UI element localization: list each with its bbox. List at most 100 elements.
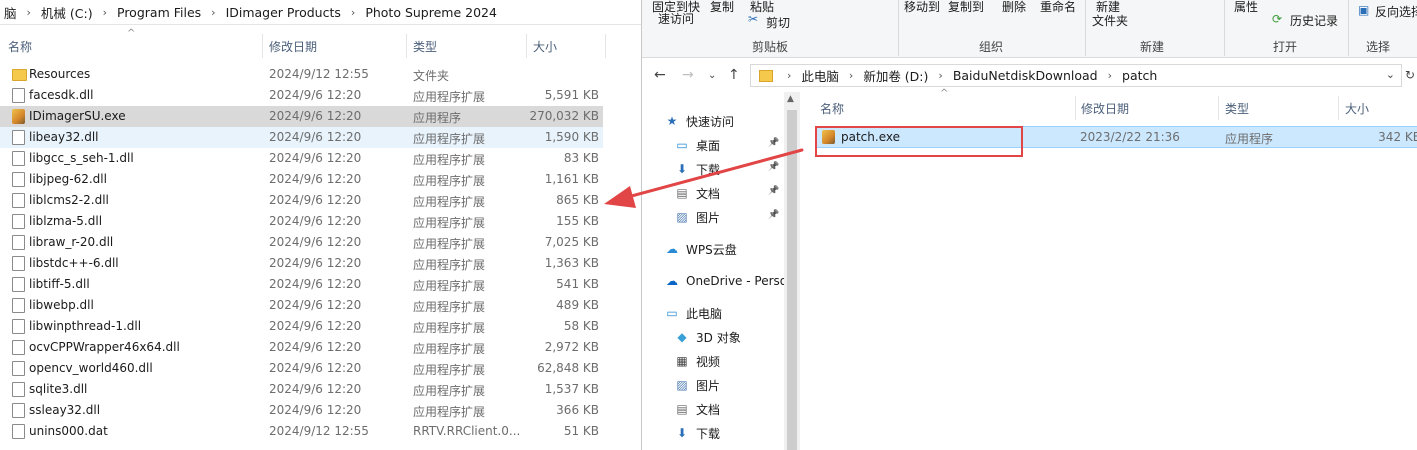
right-breadcrumb-1[interactable]: 新加卷 (D:): [859, 66, 932, 85]
column-divider[interactable]: [526, 34, 527, 58]
right-address-bar[interactable]: › 此电脑 › 新加卷 (D:) › BaiduNetdiskDownload …: [750, 64, 1402, 87]
nav-item[interactable]: ⬇ 下载: [674, 158, 720, 180]
new-folder-button[interactable]: 文件夹: [1092, 12, 1128, 29]
column-divider[interactable]: [262, 34, 263, 58]
nav-item[interactable]: ◆ 3D 对象: [674, 326, 740, 348]
file-row[interactable]: unins000.dat 2024/9/12 12:55 RRTV.RRClient…: [0, 421, 603, 442]
file-row[interactable]: libstdc++-6.dll 2024/9/6 12:20 应用程序扩展 1,363…: [0, 253, 603, 274]
file-row[interactable]: opencv_world460.dll 2024/9/6 12:20 应用程序扩展 6…: [0, 358, 603, 379]
ribbon-divider: [1085, 0, 1086, 56]
up-arrow-icon[interactable]: ↑: [728, 67, 740, 83]
file-row[interactable]: libjpeg-62.dll 2024/9/6 12:20 应用程序扩展 1,161 …: [0, 169, 603, 190]
file-name: libstdc++-6.dll: [29, 256, 119, 270]
left-address-bar[interactable]: 脑 › 机械 (C:) › Program Files › IDimager P…: [0, 0, 641, 25]
nav-item[interactable]: ☁ WPS云盘: [664, 238, 737, 260]
dll-file-icon: [12, 319, 25, 334]
column-divider[interactable]: [605, 34, 606, 58]
file-row[interactable]: Resources 2024/9/12 12:55 文件夹: [0, 64, 603, 85]
move-to-button[interactable]: 移动到: [904, 0, 940, 15]
column-header-name[interactable]: 名称: [8, 38, 32, 55]
chevron-right-icon: ›: [938, 69, 943, 82]
left-breadcrumb-1[interactable]: 机械 (C:): [37, 3, 97, 22]
nav-item[interactable]: ▭ 桌面: [674, 134, 720, 156]
column-header-size[interactable]: 大小: [1345, 100, 1369, 117]
file-type: 应用程序: [413, 111, 462, 125]
file-row[interactable]: libeay32.dll 2024/9/6 12:20 应用程序扩展 1,590 KB: [0, 127, 603, 148]
copy-to-button[interactable]: 复制到: [948, 0, 984, 15]
file-row[interactable]: libwinpthread-1.dll 2024/9/6 12:20 应用程序扩展 5…: [0, 316, 603, 337]
forward-arrow-icon[interactable]: →: [682, 67, 694, 83]
file-row[interactable]: ssleay32.dll 2024/9/6 12:20 应用程序扩展 366 KB: [0, 400, 603, 421]
left-breadcrumb-0[interactable]: 脑: [0, 3, 21, 22]
right-breadcrumb-3[interactable]: patch: [1118, 68, 1161, 83]
navigation-pane-scrollbar[interactable]: ▲: [784, 92, 800, 450]
file-row[interactable]: liblzma-5.dll 2024/9/6 12:20 应用程序扩展 155 KB: [0, 211, 603, 232]
copy-button[interactable]: 复制: [710, 0, 734, 15]
delete-button[interactable]: 删除: [1002, 0, 1026, 15]
invert-selection-button[interactable]: 反向选择: [1375, 3, 1417, 20]
file-type: 应用程序扩展: [413, 153, 486, 167]
chevron-down-icon[interactable]: ⌄: [708, 70, 716, 81]
pin-icon[interactable]: 📌: [768, 186, 779, 196]
column-header-type[interactable]: 类型: [1225, 100, 1249, 117]
file-row[interactable]: ocvCPPWrapper46x64.dll 2024/9/6 12:20 应用程序…: [0, 337, 603, 358]
address-dropdown-icon[interactable]: ⌄: [1386, 68, 1395, 81]
column-header-date[interactable]: 修改日期: [1081, 100, 1129, 117]
pin-icon[interactable]: 📌: [768, 210, 779, 220]
nav-item[interactable]: ⬇ 下载: [674, 422, 720, 444]
file-date: 2024/9/6 12:20: [269, 403, 362, 417]
nav-item[interactable]: ▤ 文档: [674, 182, 720, 204]
file-type: 应用程序扩展: [413, 405, 486, 419]
chevron-right-icon: ›: [211, 5, 216, 19]
file-date: 2024/9/6 12:20: [269, 319, 362, 333]
pictures-icon: ▨: [676, 378, 688, 392]
refresh-icon[interactable]: ↻: [1405, 68, 1415, 82]
rename-button[interactable]: 重命名: [1040, 0, 1076, 15]
column-divider[interactable]: [1338, 96, 1339, 120]
properties-button[interactable]: 属性: [1234, 0, 1258, 15]
onedrive-icon: ☁: [666, 274, 678, 288]
scroll-up-icon[interactable]: ▲: [787, 94, 794, 104]
column-divider[interactable]: [1075, 96, 1076, 120]
nav-item[interactable]: ▭ 此电脑: [664, 302, 722, 324]
pin-icon[interactable]: 📌: [768, 162, 779, 172]
column-header-type[interactable]: 类型: [413, 38, 437, 55]
right-breadcrumb-2[interactable]: BaiduNetdiskDownload: [949, 68, 1102, 83]
nav-item[interactable]: ▨ 图片: [674, 374, 720, 396]
left-breadcrumb-2[interactable]: Program Files: [113, 5, 205, 20]
right-breadcrumb-0[interactable]: 此电脑: [797, 66, 843, 85]
column-header-size[interactable]: 大小: [533, 38, 557, 55]
nav-item[interactable]: ▤ 文档: [674, 398, 720, 420]
pin-icon[interactable]: 📌: [768, 138, 779, 148]
file-row[interactable]: libwebp.dll 2024/9/6 12:20 应用程序扩展 489 KB: [0, 295, 603, 316]
column-divider[interactable]: [1218, 96, 1219, 120]
nav-item[interactable]: ☁ OneDrive - Perso: [664, 270, 787, 292]
file-row[interactable]: facesdk.dll 2024/9/6 12:20 应用程序扩展 5,591 KB: [0, 85, 603, 106]
column-divider[interactable]: [406, 34, 407, 58]
nav-item[interactable]: ▦ 视频: [674, 350, 720, 372]
column-header-date[interactable]: 修改日期: [269, 38, 317, 55]
ribbon-divider: [1348, 0, 1349, 56]
left-file-list: Resources 2024/9/12 12:55 文件夹 facesdk.dll 20…: [0, 64, 641, 442]
back-arrow-icon[interactable]: ←: [654, 67, 666, 83]
quick-access-label[interactable]: 速访问: [658, 10, 694, 27]
nav-item[interactable]: ▨ 图片: [674, 206, 720, 228]
file-row[interactable]: IDimagerSU.exe 2024/9/6 12:20 应用程序 270,032 …: [0, 106, 603, 127]
file-row[interactable]: liblcms2-2.dll 2024/9/6 12:20 应用程序扩展 865 KB: [0, 190, 603, 211]
nav-item[interactable]: ★ 快速访问: [664, 110, 734, 132]
file-row[interactable]: libtiff-5.dll 2024/9/6 12:20 应用程序扩展 541 KB: [0, 274, 603, 295]
scrollbar-thumb[interactable]: [787, 110, 797, 450]
history-button[interactable]: 历史记录: [1290, 12, 1338, 29]
annotation-highlight-box: [815, 126, 1023, 157]
nav-item-label: 此电脑: [686, 306, 723, 321]
dll-file-icon: [12, 382, 25, 397]
file-row[interactable]: libraw_r-20.dll 2024/9/6 12:20 应用程序扩展 7,025…: [0, 232, 603, 253]
file-date: 2024/9/6 12:20: [269, 172, 362, 186]
file-date: 2024/9/6 12:20: [269, 235, 362, 249]
file-row[interactable]: sqlite3.dll 2024/9/6 12:20 应用程序扩展 1,537 KB: [0, 379, 603, 400]
cut-button[interactable]: 剪切: [766, 14, 790, 31]
file-row[interactable]: libgcc_s_seh-1.dll 2024/9/6 12:20 应用程序扩展 83…: [0, 148, 603, 169]
left-breadcrumb-3[interactable]: IDimager Products: [222, 5, 345, 20]
left-breadcrumb-4[interactable]: Photo Supreme 2024: [361, 5, 501, 20]
column-header-name[interactable]: 名称: [820, 100, 844, 117]
